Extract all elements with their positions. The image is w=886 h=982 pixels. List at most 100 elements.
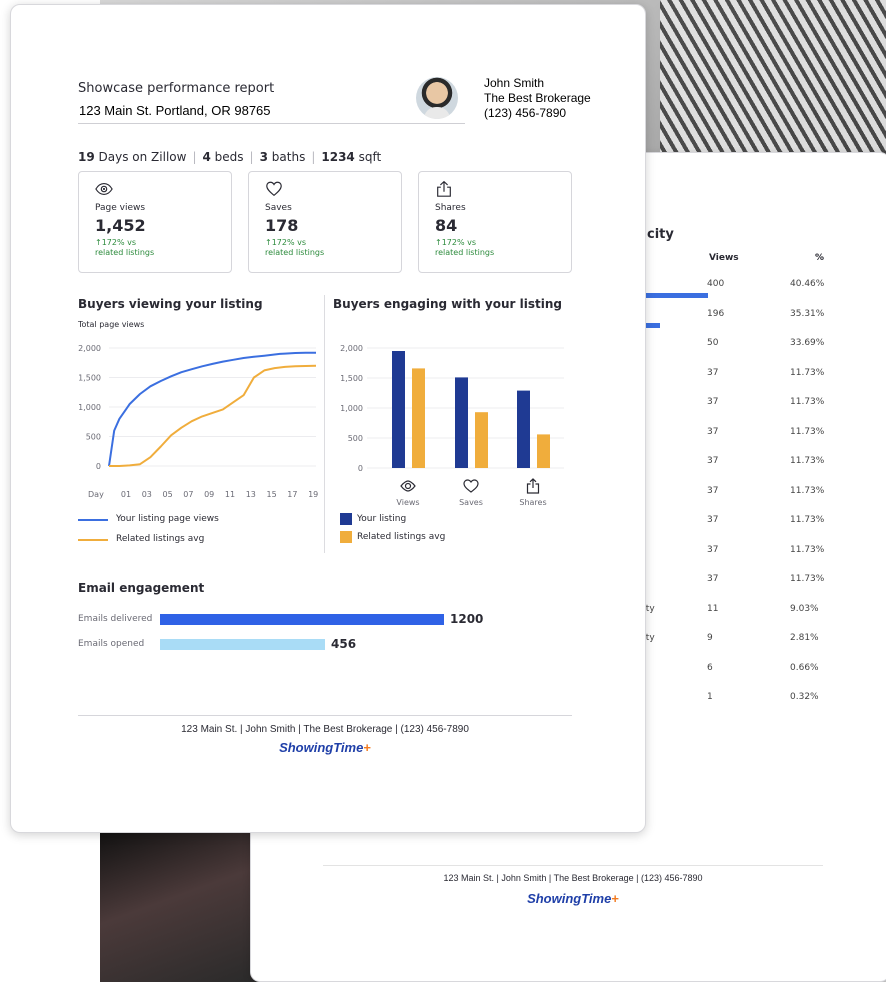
stat-change-line: ↑172% vs <box>95 238 137 247</box>
back-footer-divider <box>323 865 823 866</box>
row-percent: 9.03% <box>790 603 819 614</box>
agent-avatar <box>416 77 458 119</box>
row-views: 37 <box>707 544 719 555</box>
y-tick-label: 1,000 <box>340 404 363 413</box>
legend-swatch-orange <box>340 531 352 543</box>
x-tick-label: 05 <box>163 490 173 499</box>
back-logo-plus: + <box>611 891 619 906</box>
row-views: 37 <box>707 367 719 378</box>
series-line-related-avg <box>109 364 317 467</box>
legend-label: Related listings avg <box>116 534 205 544</box>
row-views: 50 <box>707 338 719 348</box>
back-footer-text: 123 Main St. | John Smith | The Best Bro… <box>443 873 703 883</box>
row-percent: 11.73% <box>790 544 825 555</box>
y-tick-label: 0 <box>358 464 363 473</box>
eye-icon <box>95 183 113 195</box>
stat-change-line: ↑172% vs <box>265 238 307 247</box>
line-chart-ylabel: Total page views <box>78 320 145 329</box>
stat-label: Shares <box>435 203 466 213</box>
email-bar-label: Emails delivered <box>78 614 153 624</box>
y-tick-label: 2,000 <box>78 344 101 353</box>
beds-value: 4 <box>202 150 211 164</box>
stat-value: 1,452 <box>95 216 146 235</box>
engagement-bar-chart: 2,000 1,500 1,000 500 0 Views Saves Shares <box>340 344 564 507</box>
share-icon <box>526 478 540 494</box>
email-bar-value: 1200 <box>450 612 484 626</box>
y-tick-label: 2,000 <box>340 344 363 353</box>
stage: y city Views % o40040.46%19635.31%5033.6… <box>0 0 886 982</box>
line-chart-title: Buyers viewing your listing <box>78 297 263 311</box>
heart-icon <box>463 479 479 493</box>
stat-change: ↑172% vs related listings <box>265 238 375 258</box>
facts-separator: | <box>249 150 254 164</box>
row-views-bar <box>646 293 708 298</box>
row-views: 37 <box>707 397 719 407</box>
y-tick-label: 1,500 <box>78 374 101 383</box>
front-showingtime-logo: ShowingTime+ <box>78 740 572 755</box>
avatar-shirt <box>424 107 450 119</box>
row-percent: 0.32% <box>790 692 819 702</box>
series-line-your-listing <box>108 351 316 467</box>
baths-label: baths <box>271 150 306 164</box>
row-percent: 33.69% <box>790 338 825 348</box>
page-views-card: Page views 1,452 ↑172% vs related listing… <box>78 171 232 273</box>
row-percent: 11.73% <box>790 426 825 437</box>
row-percent: 11.73% <box>790 515 825 525</box>
bar-shares-your-listing <box>517 390 530 468</box>
legend-line-blue <box>78 519 108 521</box>
x-tick-label: 15 <box>267 490 277 499</box>
y-tick-label: 1,000 <box>78 403 101 412</box>
category-label: Views <box>396 498 419 507</box>
stat-value: 84 <box>435 216 458 235</box>
y-tick-label: 500 <box>86 433 101 442</box>
eye-pupil <box>404 482 412 490</box>
x-axis-label: Day <box>88 490 104 499</box>
header-divider <box>78 123 465 124</box>
row-views: 196 <box>707 308 725 319</box>
listing-address: 123 Main St. Portland, OR 98765 <box>79 103 271 118</box>
email-bar-value: 456 <box>331 637 357 651</box>
bar-saves-related-avg <box>475 412 488 468</box>
row-percent: 11.73% <box>790 574 825 584</box>
front-footer-divider <box>78 715 572 716</box>
legend-label: Your listing page views <box>116 514 219 524</box>
stat-change: ↑172% vs related listings <box>95 238 205 258</box>
bar-views-your-listing <box>392 351 405 468</box>
row-percent: 11.73% <box>790 456 825 466</box>
x-tick-label: 13 <box>246 490 256 499</box>
x-tick-label: 01 <box>121 490 131 499</box>
eye-outline <box>400 480 416 492</box>
row-views: 37 <box>707 456 719 466</box>
percent-column-header: % <box>815 253 825 263</box>
background-dark-area <box>100 830 260 982</box>
shares-card: Shares 84 ↑172% vs related listings <box>418 171 572 273</box>
row-percent: 35.31% <box>790 308 825 319</box>
legend-swatch-navy <box>340 513 352 525</box>
share-icon <box>437 180 451 197</box>
chart-divider <box>324 295 325 553</box>
heart-icon <box>266 181 282 197</box>
y-tick-label: 500 <box>348 434 363 443</box>
x-tick-label: 07 <box>183 490 193 499</box>
y-tick-label: 0 <box>96 462 101 471</box>
emails-opened-bar <box>160 639 325 650</box>
back-showingtime-logo: ShowingTime+ <box>323 891 823 906</box>
logo-text: ShowingTime <box>279 740 364 755</box>
stat-change: ↑172% vs related listings <box>435 238 545 258</box>
bar-saves-your-listing <box>455 377 468 468</box>
eye-icon <box>400 480 416 492</box>
stat-change-line: related listings <box>265 248 325 257</box>
agent-brokerage: The Best Brokerage <box>484 91 591 105</box>
agent-name: John Smith <box>484 76 545 90</box>
row-percent: 11.73% <box>790 485 825 496</box>
row-views: 37 <box>707 426 719 437</box>
sqft-label: sqft <box>358 150 382 164</box>
row-percent: 40.46% <box>790 279 825 289</box>
agent-contact: John Smith The Best Brokerage (123) 456-… <box>484 76 591 121</box>
email-engagement-title: Email engagement <box>78 581 205 595</box>
x-tick-label: 09 <box>204 490 214 499</box>
baths-value: 3 <box>259 150 268 164</box>
agent-phone: (123) 456-7890 <box>484 106 567 120</box>
page-views-line-chart: 2,000 1,500 1,000 500 0 Day 01 03 05 07 09 11 13 15 17… <box>78 344 318 499</box>
row-views: 400 <box>707 279 725 289</box>
